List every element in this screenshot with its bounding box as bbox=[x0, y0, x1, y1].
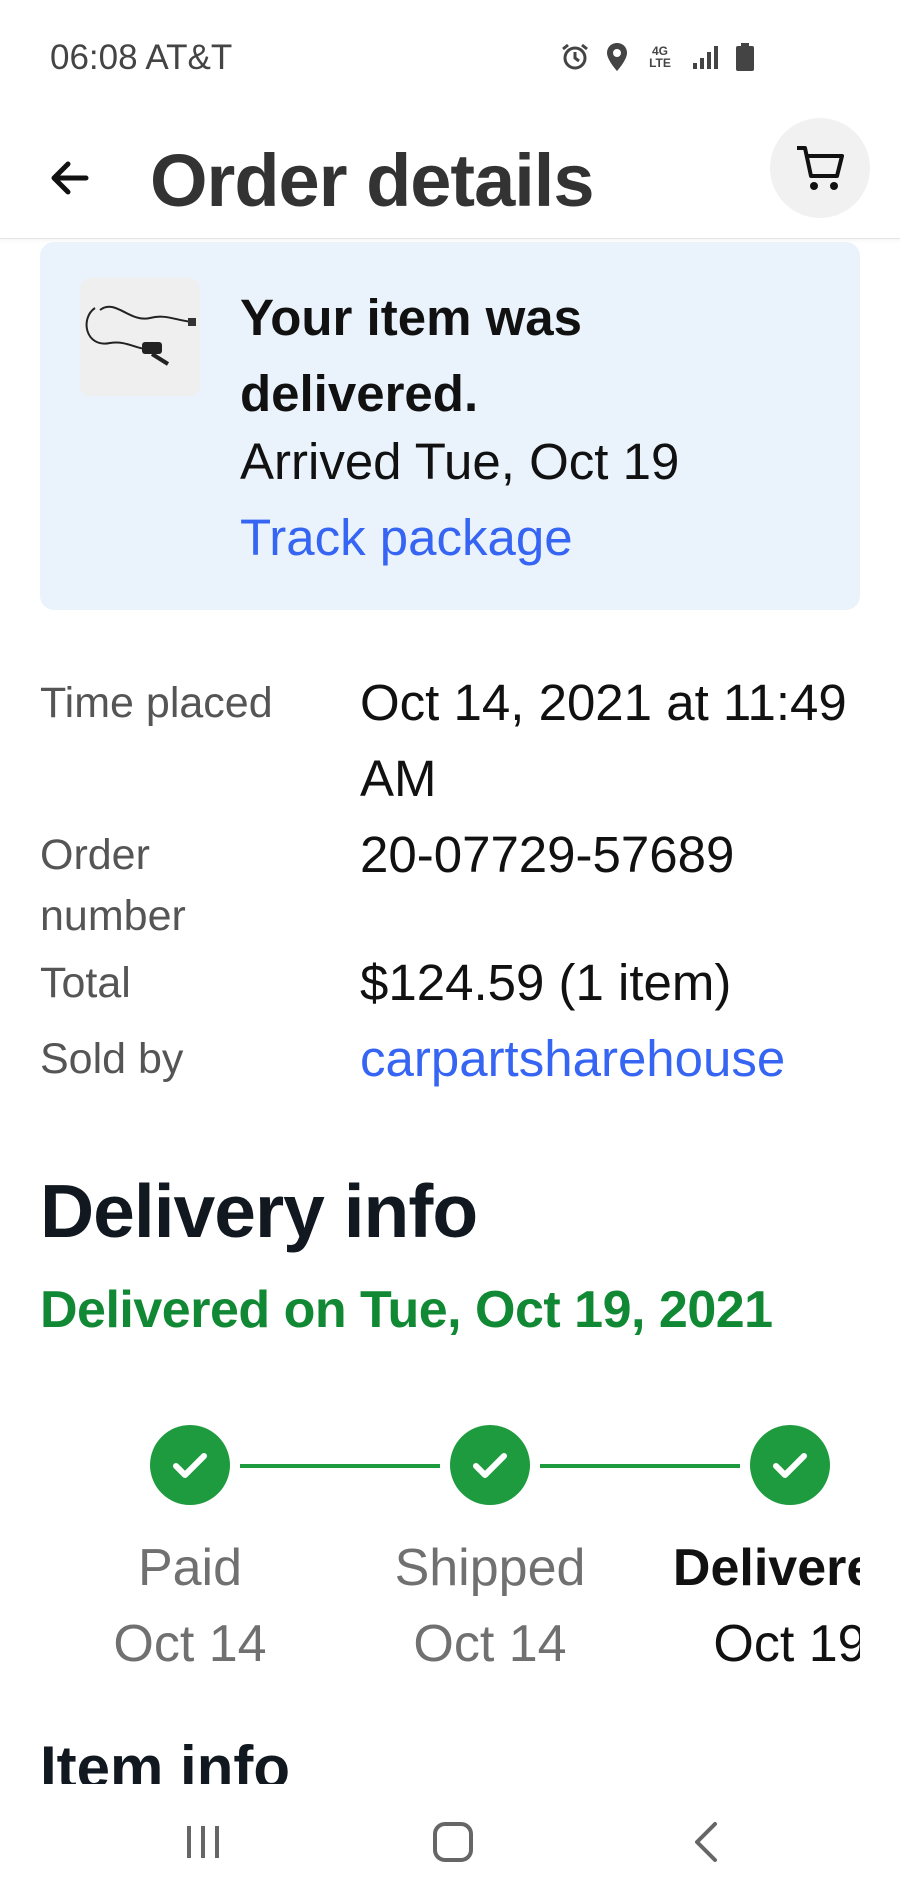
step-date-delivered: Oct 19 bbox=[713, 1615, 860, 1673]
cart-icon bbox=[797, 146, 844, 190]
system-back-button[interactable] bbox=[667, 1812, 747, 1872]
item-info-title: Item info bbox=[40, 1734, 290, 1790]
total-label: Total bbox=[40, 959, 131, 1007]
track-package-link[interactable]: Track package bbox=[240, 508, 573, 567]
battery-icon bbox=[735, 40, 755, 74]
step-label-paid: Paid bbox=[137, 1539, 243, 1597]
delivered-on-status: Delivered on Tue, Oct 19, 2021 bbox=[40, 1281, 773, 1339]
app-header: Order details bbox=[0, 118, 900, 239]
time-placed-label: Time placed bbox=[40, 679, 273, 727]
signal-icon bbox=[691, 40, 721, 74]
seller-link[interactable]: carpartsharehouse bbox=[360, 1021, 880, 1097]
check-icon bbox=[473, 1453, 507, 1478]
step-label-delivered: Delivered bbox=[672, 1539, 860, 1597]
total-value: $124.59 (1 item) bbox=[360, 954, 732, 1011]
time-placed-value: Oct 14, 2021 at 11:49 AM bbox=[360, 674, 847, 807]
delivered-headline: Your item was delivered. bbox=[240, 289, 582, 422]
delivery-info-title: Delivery info bbox=[40, 1169, 478, 1253]
back-arrow-icon bbox=[51, 161, 89, 195]
progress-line bbox=[240, 1464, 440, 1468]
status-time-carrier: 06:08 AT&T bbox=[50, 38, 233, 77]
order-number-label: Order number bbox=[40, 831, 186, 940]
home-button[interactable] bbox=[413, 1812, 493, 1872]
step-complete-marker bbox=[150, 1425, 230, 1505]
arrived-date: Arrived Tue, Oct 19 bbox=[240, 433, 680, 490]
back-button[interactable] bbox=[40, 148, 100, 208]
step-date-shipped: Oct 14 bbox=[413, 1615, 567, 1673]
progress-line bbox=[540, 1464, 740, 1468]
recent-apps-button[interactable] bbox=[163, 1812, 243, 1872]
delivery-progress-tracker: Paid Oct 14 Shipped Oct 14 Delivered Oct… bbox=[0, 1420, 900, 1680]
sold-by-label: Sold by bbox=[40, 1035, 184, 1083]
location-icon bbox=[605, 40, 629, 74]
order-number-value: 20-07729-57689 bbox=[360, 826, 735, 883]
alarm-icon bbox=[559, 40, 591, 74]
status-bar: 06:08 AT&T 4G LTE bbox=[0, 0, 900, 118]
cart-button[interactable] bbox=[770, 118, 870, 218]
system-navigation-bar bbox=[0, 1784, 900, 1900]
step-complete-marker bbox=[450, 1425, 530, 1505]
back-icon bbox=[695, 1822, 717, 1862]
check-icon bbox=[173, 1453, 207, 1478]
step-complete-marker bbox=[750, 1425, 830, 1505]
check-icon bbox=[773, 1453, 807, 1478]
home-icon bbox=[433, 1822, 473, 1862]
item-thumbnail[interactable] bbox=[80, 278, 200, 396]
step-label-shipped: Shipped bbox=[394, 1539, 586, 1597]
step-date-paid: Oct 14 bbox=[113, 1615, 267, 1673]
delivery-status-card[interactable]: Your item was delivered. Arrived Tue, Oc… bbox=[40, 242, 860, 610]
status-icons: 4G LTE bbox=[559, 40, 755, 74]
network-icon: 4G LTE bbox=[649, 44, 671, 70]
page-title: Order details bbox=[150, 139, 595, 222]
recent-apps-icon bbox=[187, 1826, 219, 1858]
